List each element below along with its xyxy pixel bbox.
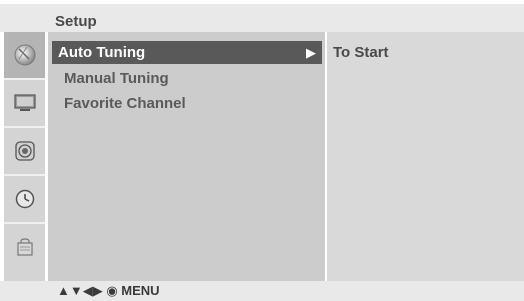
menu-item-label: Manual Tuning [64, 70, 169, 87]
menu-item-manual-tuning[interactable]: Manual Tuning [64, 67, 169, 90]
bottom-nav-bar: ▲▼◀▶ ◉ MENU [0, 281, 524, 301]
category-sidebar [4, 32, 45, 281]
submenu-panel: To Start [327, 32, 524, 281]
menu-item-favorite-channel[interactable]: Favorite Channel [64, 92, 186, 115]
osd-screen: Setup Auto Tuning ▶ Manual Tuning Favori… [0, 0, 524, 301]
clock-icon [15, 189, 34, 209]
setup-menu-panel: Auto Tuning ▶ Manual Tuning Favorite Cha… [48, 32, 325, 281]
sidebar-item-audio[interactable] [4, 128, 45, 176]
speaker-icon [14, 141, 35, 161]
sidebar-item-picture[interactable] [4, 80, 45, 128]
sidebar-item-lock[interactable] [4, 224, 45, 272]
menu-item-auto-tuning[interactable]: Auto Tuning ▶ [52, 41, 322, 64]
tv-monitor-icon [13, 94, 36, 111]
submenu-item-to-start[interactable]: To Start [333, 41, 389, 64]
sidebar-item-time[interactable] [4, 176, 45, 224]
menu-item-label: Favorite Channel [64, 95, 186, 112]
menu-item-label: Auto Tuning [58, 44, 146, 61]
navigation-hint: ▲▼◀▶ ◉ MENU [57, 283, 160, 298]
submenu-arrow-icon: ▶ [306, 45, 316, 60]
page-title: Setup [55, 13, 97, 30]
lock-icon [16, 238, 33, 256]
satellite-dish-icon [14, 44, 35, 66]
title-bar: Setup [0, 4, 524, 32]
sidebar-item-setup[interactable] [4, 32, 45, 80]
